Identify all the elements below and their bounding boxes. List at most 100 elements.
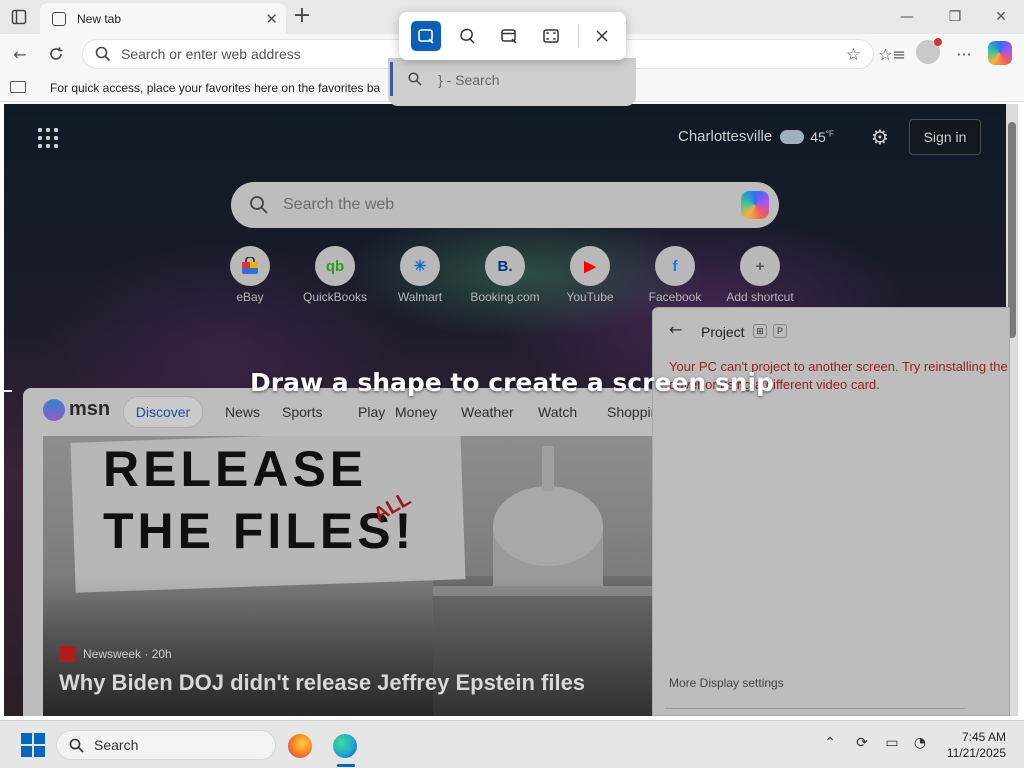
snip-instruction: Draw a shape to create a screen snip	[250, 368, 774, 397]
edge-taskbar-button[interactable]	[328, 729, 362, 763]
taskbar-clock[interactable]: 7:45 AM 11/21/2025	[936, 729, 1006, 761]
favorites-bar-hint: For quick access, place your favorites h…	[50, 81, 381, 95]
shortcut-quickbooks[interactable]: qb QuickBooks	[295, 246, 375, 304]
ebay-icon	[230, 246, 270, 286]
more-display-settings-link[interactable]: More Display settings	[669, 676, 784, 690]
msn-tab-sports[interactable]: Sports	[282, 404, 322, 420]
minimize-button[interactable]: —	[884, 4, 930, 30]
panel-search-label: } - Search	[438, 72, 500, 88]
msn-tab-discover[interactable]: Discover	[123, 396, 203, 428]
edge-running-indicator	[337, 764, 355, 767]
facebook-icon: f	[655, 246, 695, 286]
close-tab-icon[interactable]: ✕	[265, 10, 278, 28]
firefox-taskbar-button[interactable]	[283, 729, 317, 763]
favorite-star-icon[interactable]: ☆	[846, 45, 861, 65]
msn-tab-news[interactable]: News	[225, 404, 260, 420]
youtube-icon: ▶	[570, 246, 610, 286]
taskbar-search-icon	[69, 738, 84, 753]
page-settings-gear-icon[interactable]: ⚙	[868, 125, 892, 149]
refresh-button[interactable]	[42, 40, 70, 68]
more-button[interactable]: ···	[950, 40, 978, 68]
shortcut-youtube[interactable]: ▶ YouTube	[550, 246, 630, 304]
shortcut-label: Add shortcut	[726, 290, 794, 304]
web-search-input[interactable]	[283, 196, 703, 214]
panel-search-icon	[408, 72, 422, 90]
shortcut-label: eBay	[236, 290, 264, 304]
shortcut-label: Facebook	[648, 290, 702, 304]
story-source[interactable]: Newsweek · 20h	[59, 646, 172, 662]
shortcut-label: QuickBooks	[302, 290, 368, 304]
fullscreen-snip-icon	[543, 29, 559, 43]
booking-com-icon: B.	[485, 246, 525, 286]
taskbar: Search ⌃ ⟳ ▭ ◔ 7:45 AM 11/21/2025	[0, 720, 1024, 768]
snip-toolbar-divider	[578, 24, 579, 48]
shortcut-walmart[interactable]: ✳ Walmart	[380, 246, 460, 304]
msn-tab-watch[interactable]: Watch	[538, 404, 577, 420]
restore-button[interactable]: ❐	[932, 4, 978, 30]
back-button[interactable]: ←	[6, 40, 34, 68]
taskbar-search[interactable]: Search	[56, 730, 276, 760]
tab-actions-button[interactable]	[6, 5, 32, 29]
tab-title: New tab	[77, 11, 122, 26]
freeform-mode-button[interactable]	[452, 21, 482, 51]
add-shortcut-icon: +	[740, 246, 780, 286]
refresh-icon	[50, 47, 63, 60]
shortcut-label: YouTube	[566, 290, 614, 304]
tab-new-tab[interactable]: New tab ✕	[40, 3, 286, 34]
snip-search-panel: } - Search	[388, 58, 636, 106]
network-icon[interactable]: ◔	[910, 735, 930, 755]
msn-logo[interactable]: msn	[43, 398, 110, 421]
msn-tab-shoppin[interactable]: Shoppin	[607, 404, 655, 420]
weather-temp: 45°F	[810, 128, 834, 145]
close-window-button[interactable]: ✕	[978, 4, 1024, 30]
shortcut-booking-com[interactable]: B. Booking.com	[465, 246, 545, 304]
flyout-title: Project	[701, 324, 745, 340]
windows-key-icon: ⊞	[753, 324, 767, 338]
flyout-back-icon[interactable]: ←	[669, 320, 682, 339]
web-search-box[interactable]	[231, 182, 779, 228]
quickbooks-icon: qb	[315, 246, 355, 286]
new-tab-icon	[52, 11, 66, 26]
msn-tab-play[interactable]: Play	[358, 404, 385, 420]
hero-story[interactable]: RELEASE THE FILES! ALL Newsweek · 20h Wh…	[43, 436, 655, 716]
cloud-icon	[780, 129, 805, 144]
back-arrow-icon: ←	[13, 44, 27, 64]
msn-tab-money[interactable]: Money	[395, 404, 437, 420]
rectangle-mode-button[interactable]	[411, 21, 441, 51]
fullscreen-mode-button[interactable]	[536, 21, 566, 51]
apps-launcher-icon[interactable]	[38, 128, 58, 148]
shortcut-ebay[interactable]: eBay	[210, 246, 290, 304]
shortcut-facebook[interactable]: f Facebook	[635, 246, 715, 304]
window-mode-button[interactable]	[494, 21, 524, 51]
copilot-icon[interactable]	[988, 41, 1012, 65]
tab-actions-icon	[11, 9, 27, 25]
shortcut-add-shortcut[interactable]: + Add shortcut	[720, 246, 800, 304]
search-copilot-icon[interactable]	[741, 191, 769, 219]
page-scrollbar-thumb[interactable]	[1008, 122, 1016, 338]
favorites-bar-icon	[10, 81, 26, 93]
rectangle-snip-icon	[418, 29, 434, 44]
weather-widget[interactable]: Charlottesville 45°F	[678, 128, 834, 145]
msn-tab-weather[interactable]: Weather	[461, 404, 514, 420]
msn-feed: msn Discover News Sports Play Money Weather W…	[23, 388, 655, 716]
sign-in-button[interactable]: Sign in	[909, 119, 981, 155]
close-icon	[596, 30, 608, 42]
new-tab-button[interactable]: +	[290, 5, 314, 29]
more-dots-icon: ···	[956, 44, 972, 64]
story-headline[interactable]: Why Biden DOJ didn't release Jeffrey Eps…	[59, 670, 585, 696]
web-search-icon	[250, 196, 268, 214]
sync-status-icon[interactable]: ⟳	[852, 735, 872, 755]
favorites-button[interactable]: ☆≡	[878, 40, 906, 68]
walmart-icon: ✳	[400, 246, 440, 286]
start-button[interactable]	[21, 733, 45, 757]
close-snip-button[interactable]	[587, 21, 617, 51]
profile-notification-dot	[934, 38, 942, 46]
profile-avatar[interactable]	[916, 38, 942, 64]
show-hidden-icons-chevron-icon[interactable]: ⌃	[820, 735, 840, 755]
favorites-list-icon: ☆≡	[878, 44, 906, 64]
p-key-icon: P	[773, 324, 787, 338]
newsweek-logo-icon	[59, 646, 75, 662]
edge-icon	[333, 734, 357, 758]
msn-butterfly-icon	[43, 398, 65, 421]
monitor-icon[interactable]: ▭	[882, 735, 902, 755]
